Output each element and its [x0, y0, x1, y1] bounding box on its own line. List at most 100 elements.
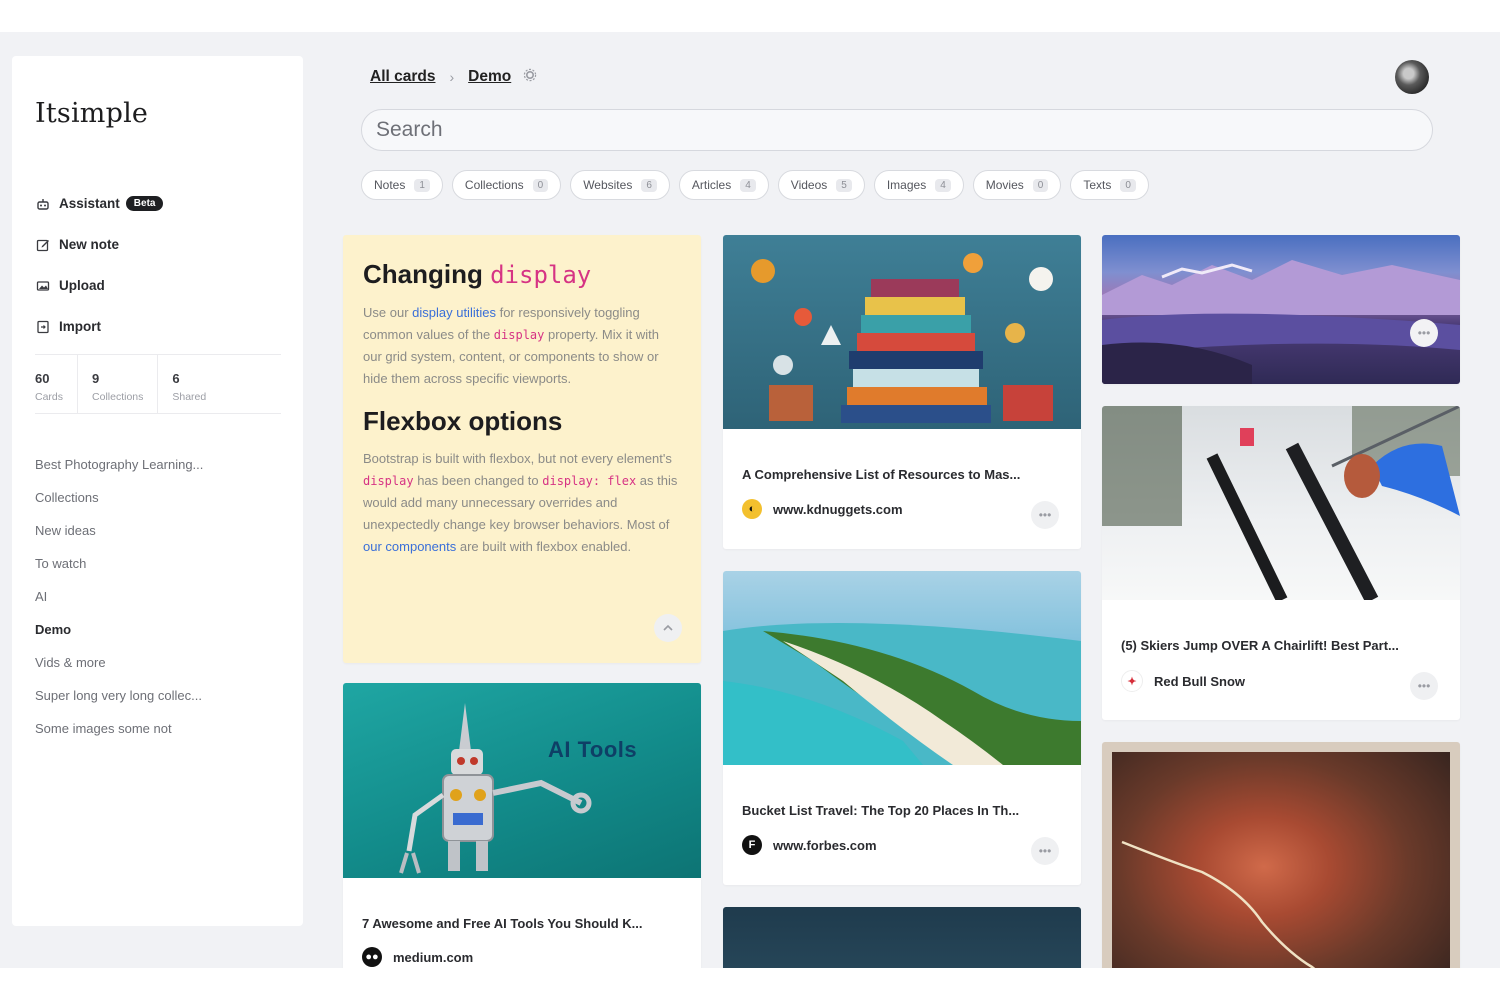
filter-count: 0	[1120, 178, 1136, 192]
card-title: (5) Skiers Jump OVER A Chairlift! Best P…	[1121, 638, 1399, 653]
card-thumbnail	[1102, 235, 1460, 384]
beta-badge: Beta	[125, 196, 164, 211]
filter-label: Websites	[583, 178, 633, 192]
card-kdnuggets[interactable]: A Comprehensive List of Resources to Mas…	[723, 235, 1081, 549]
filter-chips: Notes 1 Collections 0 Websites 6 Articles 4 …	[361, 170, 1158, 200]
stat-value: 6	[172, 371, 180, 386]
medium-icon: ●●	[362, 947, 382, 967]
upload-icon	[35, 278, 51, 294]
collection-item[interactable]: Some images some not	[35, 716, 203, 749]
note-card[interactable]: Changing display Use our display utiliti…	[343, 235, 701, 663]
note-link[interactable]: display utilities	[412, 305, 496, 320]
collection-item[interactable]: To watch	[35, 551, 203, 584]
upload-label: Upload	[59, 278, 105, 293]
card-title: 7 Awesome and Free AI Tools You Should K…	[362, 916, 643, 931]
collection-item[interactable]: Best Photography Learning...	[35, 452, 203, 485]
card-image-text: AI Tools	[548, 737, 638, 762]
avatar[interactable]	[1395, 60, 1429, 94]
filter-count: 4	[740, 178, 756, 192]
app-logo: Itsimple	[35, 98, 149, 129]
stat-cards: 60 Cards	[35, 355, 77, 413]
filter-movies[interactable]: Movies 0	[972, 170, 1062, 200]
breadcrumb-demo[interactable]: Demo	[468, 68, 511, 86]
card-site-label: www.forbes.com	[773, 837, 877, 853]
note-text: are built with flexbox enabled.	[456, 539, 632, 554]
card-thumbnail	[723, 907, 1081, 968]
filter-websites[interactable]: Websites 6	[570, 170, 670, 200]
card-site-label: Red Bull Snow	[1154, 673, 1245, 689]
collection-item[interactable]: AI	[35, 584, 203, 617]
collection-item[interactable]: Collections	[35, 485, 203, 518]
card-partial[interactable]	[723, 907, 1081, 968]
collection-item[interactable]: New ideas	[35, 518, 203, 551]
assistant-button[interactable]: Assistant Beta	[35, 183, 164, 224]
card-site[interactable]: F www.forbes.com	[742, 835, 877, 855]
gear-icon[interactable]	[523, 68, 537, 86]
card-forbes[interactable]: Bucket List Travel: The Top 20 Places In…	[723, 571, 1081, 885]
filter-videos[interactable]: Videos 5	[777, 170, 865, 200]
filter-label: Collections	[464, 178, 524, 192]
collection-item[interactable]: Super long very long collec...	[35, 683, 203, 716]
more-options-icon[interactable]: •••	[1410, 319, 1438, 347]
more-options-icon[interactable]: •••	[1031, 501, 1059, 529]
import-icon	[35, 319, 51, 335]
note-code: display	[363, 474, 414, 488]
filter-label: Videos	[790, 178, 828, 192]
filter-count: 5	[836, 178, 852, 192]
card-thumbnail	[1102, 406, 1460, 600]
card-thumbnail	[723, 571, 1081, 765]
note-heading: Changing display	[363, 257, 681, 292]
note-code: display: flex	[542, 474, 637, 488]
filter-collections[interactable]: Collections 0	[451, 170, 562, 200]
more-options-icon[interactable]: •••	[1031, 837, 1059, 865]
card-thumbnail	[723, 235, 1081, 429]
forbes-icon: F	[742, 835, 762, 855]
upload-button[interactable]: Upload	[35, 265, 163, 306]
stat-collections: 9 Collections	[77, 355, 157, 413]
redbull-icon: ✦	[1121, 670, 1143, 692]
note-code: display	[493, 328, 545, 342]
sidebar-actions: Assistant Beta New note Upload Import	[35, 183, 164, 347]
skier-illustration	[1102, 406, 1460, 600]
card-blurred-image[interactable]	[1102, 742, 1460, 968]
stat-label: Collections	[92, 391, 144, 403]
filter-label: Movies	[985, 178, 1024, 192]
new-note-label: New note	[59, 237, 120, 252]
import-label: Import	[59, 319, 101, 334]
filter-images[interactable]: Images 4	[873, 170, 964, 200]
breadcrumb: All cards › Demo	[370, 68, 537, 86]
collection-item-active[interactable]: Demo	[35, 617, 203, 650]
note-link[interactable]: our components	[363, 539, 456, 554]
card-thumbnail	[1112, 752, 1450, 968]
collection-item[interactable]: Vids & more	[35, 650, 203, 683]
card-title: A Comprehensive List of Resources to Mas…	[742, 467, 1021, 482]
new-note-button[interactable]: New note	[35, 224, 163, 265]
crack-illustration	[1121, 840, 1316, 968]
stat-label: Shared	[172, 391, 207, 403]
more-options-icon[interactable]: •••	[1410, 672, 1438, 700]
card-site[interactable]: ●● medium.com	[362, 947, 473, 967]
filter-count: 0	[1032, 178, 1049, 192]
card-site[interactable]: ✦ Red Bull Snow	[1121, 670, 1245, 692]
search-input[interactable]	[361, 109, 1433, 151]
note-text: Use our	[363, 305, 413, 320]
island-illustration	[723, 623, 1081, 765]
filter-count: 4	[935, 178, 951, 192]
filter-notes[interactable]: Notes 1	[361, 170, 443, 200]
stat-value: 60	[35, 371, 50, 386]
mountain-illustration	[1102, 260, 1460, 384]
filter-label: Articles	[691, 178, 732, 192]
card-site-label: medium.com	[393, 949, 474, 965]
chevron-up-icon[interactable]	[654, 614, 682, 642]
card-ai-tools[interactable]: AI Tools 7 Awesome and Free AI Tools You…	[343, 683, 701, 968]
note-heading-text: Changing	[363, 259, 491, 289]
breadcrumb-all-cards[interactable]: All cards	[370, 68, 435, 86]
breadcrumb-separator: ›	[449, 69, 455, 85]
note-paragraph: Bootstrap is built with flexbox, but not…	[363, 448, 681, 558]
filter-articles[interactable]: Articles 4	[678, 170, 769, 200]
import-button[interactable]: Import	[35, 306, 163, 347]
card-skiers[interactable]: (5) Skiers Jump OVER A Chairlift! Best P…	[1102, 406, 1460, 720]
card-site[interactable]: ◐ www.kdnuggets.com	[742, 499, 903, 519]
filter-texts[interactable]: Texts 0	[1070, 170, 1149, 200]
card-mountains[interactable]: •••	[1102, 235, 1460, 384]
